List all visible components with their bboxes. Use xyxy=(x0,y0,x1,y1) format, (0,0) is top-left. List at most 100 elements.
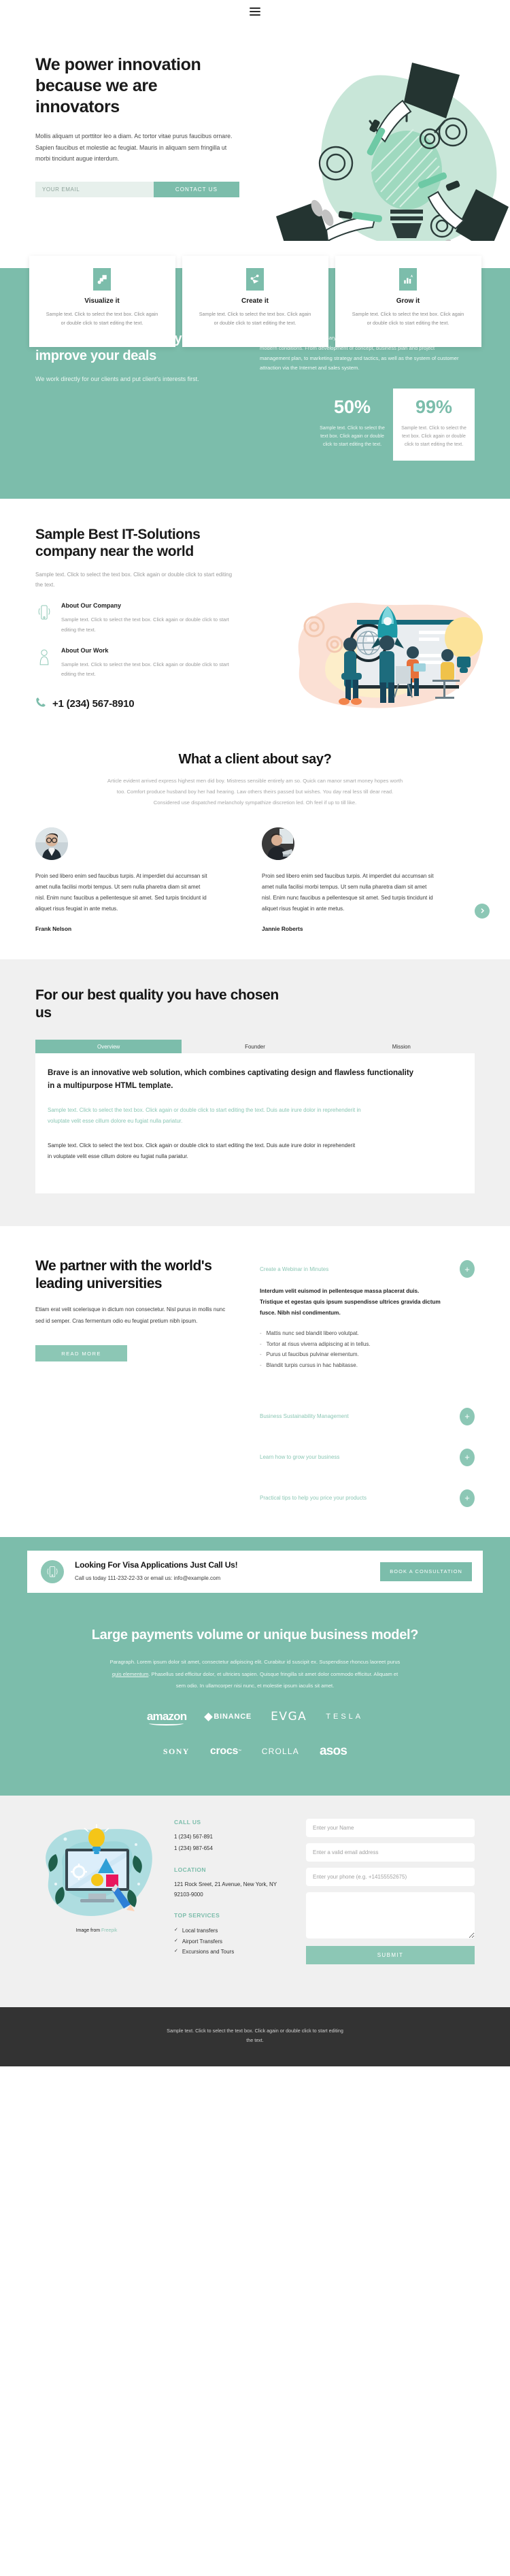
freepik-link[interactable]: Freepik xyxy=(101,1928,117,1933)
email-input[interactable] xyxy=(35,182,154,198)
it-feature-body: About Our Company Sample text. Click to … xyxy=(61,602,231,635)
phone-link[interactable]: +1 (234) 567-8910 xyxy=(35,697,246,711)
tab-panel-dark-text: Sample text. Click to select the text bo… xyxy=(48,1142,356,1160)
feature-card[interactable]: Visualize it Sample text. Click to selec… xyxy=(29,256,175,347)
dash-marker: - xyxy=(260,1351,262,1358)
hero-content: We power innovation because we are innov… xyxy=(0,23,245,241)
cta-text-block: Looking For Visa Applications Just Call … xyxy=(75,1560,369,1583)
it-solutions-content: Sample Best IT-Solutions company near th… xyxy=(35,526,246,712)
feature-text: Sample text. Click to select the text bo… xyxy=(199,311,311,326)
feature-title: Grow it xyxy=(396,297,420,305)
accordion-title: Create a Webinar in Minutes xyxy=(260,1266,329,1272)
testimonial-quote: Proin sed libero enim sed faucibus turpi… xyxy=(35,873,207,912)
dash-marker: - xyxy=(260,1340,262,1347)
testimonial-item: Proin sed libero enim sed faucibus turpi… xyxy=(35,827,209,932)
it-feature-body: About Our Work Sample text. Click to sel… xyxy=(61,647,231,680)
stat-card: 99% Sample text. Click to select the tex… xyxy=(393,388,475,461)
it-solutions-illustration xyxy=(286,595,490,718)
contact-section: Image from Freepik CALL US 1 (234) 567-8… xyxy=(0,1796,510,2008)
accordion-item: Learn how to grow your business + xyxy=(260,1446,475,1469)
phone-input[interactable] xyxy=(306,1868,475,1887)
accordion-header[interactable]: Learn how to grow your business + xyxy=(260,1446,475,1469)
sony-logo: SONY xyxy=(163,1747,190,1757)
tab-mission[interactable]: Mission xyxy=(328,1040,475,1053)
logo-text: TESLA xyxy=(326,1713,364,1721)
accordion-item: Practical tips to help you price your pr… xyxy=(260,1487,475,1510)
bullet-text: Mattis nunc sed blandit libero volutpat. xyxy=(266,1330,359,1337)
testimonials-heading: What a client about say? xyxy=(178,752,332,767)
bullet-text: Tortor at risus viverra adipiscing at in… xyxy=(266,1340,371,1347)
plus-icon[interactable]: + xyxy=(460,1448,475,1466)
amazon-logo: amazon xyxy=(147,1710,187,1726)
book-consultation-button[interactable]: BOOK A CONSULTATION xyxy=(380,1562,472,1581)
list-item: - Mattis nunc sed blandit libero volutpat… xyxy=(260,1328,475,1339)
mobile-signal-icon xyxy=(35,602,53,635)
page-title: We power innovation because we are innov… xyxy=(35,55,201,116)
message-textarea[interactable] xyxy=(306,1892,475,1939)
location-label: LOCATION xyxy=(174,1866,206,1873)
read-more-button[interactable]: READ MORE xyxy=(35,1345,127,1362)
quality-heading: For our best quality you have chosen us xyxy=(35,987,279,1021)
payments-inline-link[interactable]: quis elementum xyxy=(112,1671,149,1677)
amazon-smile-icon xyxy=(148,1721,184,1726)
plus-icon[interactable]: + xyxy=(460,1260,475,1278)
accordion-item: Create a Webinar in Minutes + Interdum v… xyxy=(260,1257,475,1388)
logo-text: SONY xyxy=(163,1746,190,1756)
list-item: - Blandit turpis cursus in hac habitasse. xyxy=(260,1360,475,1371)
feature-card[interactable]: Grow it Sample text. Click to select the… xyxy=(335,256,481,347)
image-credit-prefix: Image from xyxy=(75,1928,101,1934)
testimonials-blurb: Article evident arrived express highest … xyxy=(107,778,403,806)
tab-founder[interactable]: Founder xyxy=(182,1040,328,1053)
payments-text-b: . Phasellus sed efficitur dolor, et ultr… xyxy=(148,1670,398,1689)
payments-text-a: Paragraph. Lorem ipsum dolor sit amet, c… xyxy=(109,1658,401,1665)
it-solutions-intro: Sample text. Click to select the text bo… xyxy=(35,571,233,588)
plus-icon[interactable]: + xyxy=(460,1489,475,1507)
phone-icon xyxy=(35,697,46,711)
accordion-header[interactable]: Business Sustainability Management + xyxy=(260,1405,475,1428)
evga-logo: EVGA xyxy=(271,1710,307,1723)
tab-overview[interactable]: Overview xyxy=(35,1040,182,1054)
list-item: - Purus ut faucibus pulvinar elementum. xyxy=(260,1349,475,1360)
top-navigation xyxy=(0,0,510,23)
mobile-signal-icon xyxy=(41,1559,64,1583)
testimonial-author: Jannie Roberts xyxy=(262,925,303,933)
person-icon xyxy=(35,647,53,680)
check-icon: ✓ xyxy=(174,1938,178,1943)
testimonial-item: Proin sed libero enim sed faucibus turpi… xyxy=(262,827,435,932)
accordion-title: Learn how to grow your business xyxy=(260,1454,340,1461)
feature-card-list: Visualize it Sample text. Click to selec… xyxy=(0,256,510,347)
accordion-item: Business Sustainability Management + xyxy=(260,1405,475,1428)
testimonial-list: Proin sed libero enim sed faucibus turpi… xyxy=(35,827,490,932)
crolla-logo: CROLLA xyxy=(262,1747,299,1756)
bullet-text: Blandit turpis cursus in hac habitasse. xyxy=(266,1361,358,1368)
check-icon: ✓ xyxy=(174,1928,178,1933)
services-list: ✓ Local transfers ✓ Airport Transfers ✓ Exc… xyxy=(174,1926,290,1957)
phone-number[interactable]: 1 (234) 987-654 xyxy=(174,1844,290,1854)
it-feature-title: About Our Work xyxy=(61,646,109,654)
accordion-header[interactable]: Practical tips to help you price your pr… xyxy=(260,1487,475,1510)
call-us-label: CALL US xyxy=(174,1819,201,1826)
carousel-next-button[interactable] xyxy=(475,904,490,919)
hamburger-bar xyxy=(250,14,260,16)
feature-title: Visualize it xyxy=(84,297,120,305)
submit-button[interactable]: SUBMIT xyxy=(306,1946,475,1965)
name-input[interactable] xyxy=(306,1819,475,1838)
phone-number[interactable]: 1 (234) 567-891 xyxy=(174,1832,290,1843)
features-section: Visualize it Sample text. Click to selec… xyxy=(0,241,510,347)
plus-icon[interactable]: + xyxy=(460,1407,475,1425)
accordion-header[interactable]: Create a Webinar in Minutes + xyxy=(260,1257,475,1281)
cta-box: Looking For Visa Applications Just Call … xyxy=(27,1550,483,1593)
feature-text: Sample text. Click to select the text bo… xyxy=(352,311,464,326)
feature-card[interactable]: Create it Sample text. Click to select t… xyxy=(182,256,328,347)
list-item: ✓ Excursions and Tours xyxy=(174,1947,290,1957)
hamburger-menu-icon[interactable] xyxy=(250,7,260,16)
logo-text: BINANCE xyxy=(214,1713,252,1721)
testimonial-author: Frank Nelson xyxy=(35,925,72,933)
quality-tabs-section: For our best quality you have chosen us … xyxy=(0,959,510,1227)
binance-diamond-icon xyxy=(204,1712,214,1721)
contact-us-button[interactable]: CONTACT US xyxy=(154,182,239,198)
email-input[interactable] xyxy=(306,1843,475,1862)
phone-number: +1 (234) 567-8910 xyxy=(52,698,135,710)
shapes-icon xyxy=(93,268,111,291)
logo-text: crocs xyxy=(209,1745,239,1757)
